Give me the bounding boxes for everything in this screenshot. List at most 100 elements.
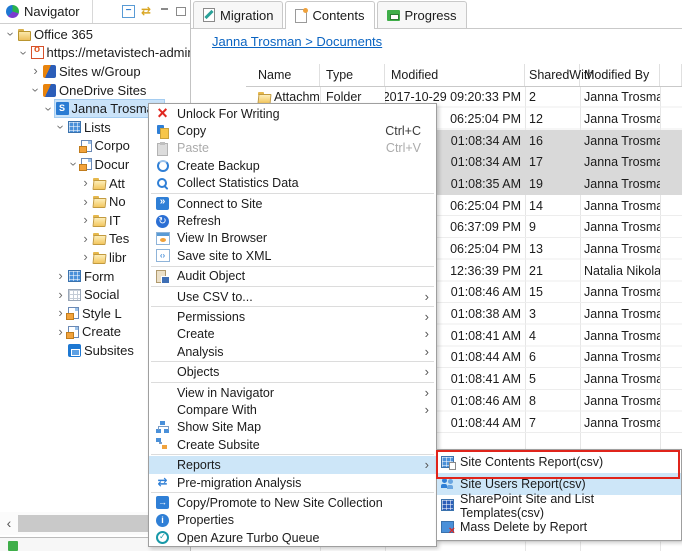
tree-chevron-icon[interactable] [54, 288, 67, 302]
menu-item[interactable]: Save site to XML [149, 247, 436, 264]
menu-item[interactable]: Analysis › [149, 343, 436, 360]
collect-statistics-icon [156, 177, 169, 190]
cell-extra [660, 260, 682, 282]
menu-item-icon [156, 386, 169, 399]
submenu-item[interactable]: Mass Delete by Report [437, 516, 681, 538]
tree-item[interactable]: Sites w/Group [0, 62, 190, 81]
tree-chevron-icon[interactable] [29, 64, 42, 78]
tree-item-body[interactable]: Office 365 [17, 26, 96, 43]
column-header-name[interactable]: Name [246, 64, 320, 86]
tree-item-label: Style L [82, 306, 122, 321]
tree-chevron-icon[interactable] [79, 195, 92, 209]
menu-item[interactable]: Reports › [149, 456, 436, 473]
cell-extra [660, 282, 682, 304]
tree-item-body[interactable]: Sites w/Group [42, 63, 144, 80]
tab-migration[interactable]: Migration [193, 1, 283, 28]
submenu-item[interactable]: Site Contents Report(csv) [437, 451, 681, 473]
library-icon [81, 140, 92, 152]
column-header-modified[interactable]: Modified [385, 64, 525, 86]
tree-item-body[interactable]: libr [92, 249, 129, 266]
menu-item-label: View in Navigator [177, 386, 409, 400]
tree-item-body[interactable]: Social [67, 286, 122, 303]
tree-chevron-icon[interactable] [79, 176, 92, 190]
scroll-left-arrow-icon[interactable]: ‹ [2, 514, 16, 532]
office365-url-icon [31, 46, 44, 59]
tree-item-body[interactable]: Tes [92, 230, 132, 247]
tree-item-body[interactable]: OneDrive Sites [42, 82, 149, 99]
tree-item-body[interactable]: Create [67, 323, 124, 340]
tree-item-body[interactable]: https://metavistech-admin [30, 44, 191, 61]
menu-item[interactable]: Unlock For Writing [149, 105, 436, 122]
tree-chevron-icon[interactable] [16, 46, 30, 59]
folder-icon [93, 214, 106, 227]
menu-item[interactable]: Compare With › [149, 401, 436, 418]
context-menu: Unlock For Writing Copy Ctrl+C Paste Ctr… [148, 103, 437, 547]
tree-item-body[interactable]: Form [67, 268, 117, 285]
menu-item[interactable]: Copy/Promote to New Site Collection [149, 494, 436, 511]
menu-item[interactable]: Pre-migration Analysis [149, 474, 436, 491]
cell-sharedwith: 4 [525, 325, 580, 347]
cell-extra [660, 151, 682, 173]
breadcrumb-link[interactable]: Janna Trosman > Documents [212, 34, 382, 49]
tree-item-body[interactable]: Subsites [67, 342, 137, 359]
menu-item[interactable]: Create Backup [149, 157, 436, 174]
cell-sharedwith: 13 [525, 238, 580, 260]
cell-sharedwith: 16 [525, 130, 580, 152]
tree-chevron-icon[interactable] [54, 121, 68, 134]
view-browser-icon [156, 232, 170, 245]
tab-contents[interactable]: Contents [285, 1, 374, 29]
tree-chevron-icon[interactable] [79, 250, 92, 264]
minimize-icon[interactable] [160, 5, 170, 18]
tree-item-body[interactable]: Att [92, 175, 128, 192]
menu-item[interactable]: Open Azure Turbo Queue [149, 529, 436, 546]
azure-turbo-icon [156, 531, 169, 544]
menu-item[interactable]: Use CSV to... › [149, 288, 436, 305]
column-header-modified-by[interactable]: Modified By [580, 64, 660, 86]
tree-chevron-icon[interactable] [54, 269, 67, 283]
tree-item-body[interactable]: Lists [67, 119, 114, 136]
menu-item[interactable]: Refresh [149, 212, 436, 229]
tree-chevron-icon[interactable] [29, 84, 43, 97]
tab-bar: Migration Contents Progress [191, 0, 682, 29]
column-header-type[interactable]: Type [320, 64, 385, 86]
tree-chevron-icon[interactable] [41, 102, 55, 115]
maximize-icon[interactable] [176, 5, 186, 18]
tree-chevron-icon[interactable] [79, 213, 92, 227]
menu-item[interactable]: Show Site Map [149, 419, 436, 436]
tree-item[interactable]: OneDrive Sites [0, 81, 190, 100]
cell-sharedwith: 8 [525, 390, 580, 412]
tree-chevron-icon[interactable] [54, 343, 67, 357]
menu-item[interactable]: Permissions › [149, 308, 436, 325]
menu-item[interactable]: Connect to Site [149, 195, 436, 212]
menu-item[interactable]: View In Browser [149, 230, 436, 247]
column-header-sharedwith[interactable]: SharedWith [525, 64, 580, 86]
tree-chevron-icon[interactable] [4, 28, 18, 41]
menu-item[interactable]: Audit Object [149, 268, 436, 285]
collapse-all-icon[interactable] [122, 5, 135, 18]
tree-item[interactable]: https://metavistech-admin [0, 44, 190, 63]
tree-item-body[interactable]: IT [92, 212, 124, 229]
submenu-item[interactable]: SharePoint Site and List Templates(csv) [437, 495, 681, 517]
cell-modified-by: Janna Trosman [580, 368, 660, 390]
tree-item-body[interactable]: Style L [67, 305, 125, 322]
tab-progress[interactable]: Progress [377, 1, 467, 28]
menu-item[interactable]: Objects › [149, 363, 436, 380]
link-editor-icon[interactable] [141, 5, 154, 18]
tree-chevron-icon[interactable] [79, 232, 92, 246]
app-window: Navigator O [0, 0, 682, 551]
menu-item[interactable]: View in Navigator › [149, 384, 436, 401]
menu-item[interactable]: Copy Ctrl+C [149, 122, 436, 139]
menu-item[interactable]: Properties [149, 512, 436, 529]
tree-item-label: Att [109, 176, 125, 191]
library-icon [68, 307, 79, 319]
menu-item[interactable]: Create Subsite [149, 436, 436, 453]
tree-item-body[interactable]: Docur [80, 156, 133, 173]
menu-item[interactable]: Create › [149, 326, 436, 343]
menu-item-shortcut: Ctrl+C [385, 124, 421, 138]
menu-item[interactable]: Paste Ctrl+V [149, 140, 436, 157]
menu-item[interactable]: Collect Statistics Data [149, 175, 436, 192]
tree-item-body[interactable]: Corpo [80, 137, 133, 154]
tree-item-body[interactable]: No [92, 193, 129, 210]
navigator-view-tab[interactable]: Navigator [0, 0, 93, 23]
tree-item[interactable]: Office 365 [0, 25, 190, 44]
